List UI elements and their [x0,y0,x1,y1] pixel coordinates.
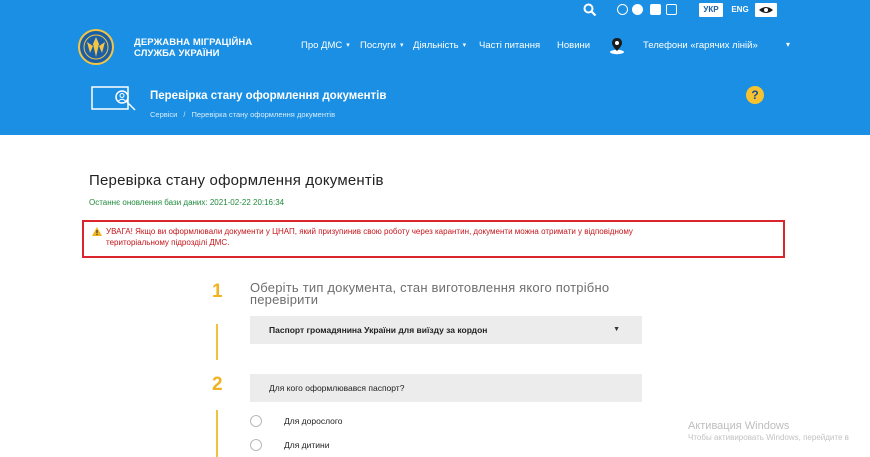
windows-activation-subtitle: Чтобы активировать Windows, перейдите в [688,433,849,442]
step-1-title: Оберіть тип документа, стан виготовлення… [250,280,610,307]
document-type-select[interactable]: Паспорт громадянина України для виїзду з… [250,316,642,344]
facebook-icon[interactable] [650,4,661,15]
radio-child[interactable] [250,439,262,451]
chevron-down-icon: ▾ [346,42,350,49]
alert-text-line-2: територіальному підрозділі ДМС. [106,238,230,247]
alert-text-line-1: УВАГА! Якщо ви оформлювали документи у Ц… [106,227,633,236]
rss-icon[interactable] [666,4,677,15]
last-update-text: Останнє оновлення бази даних: 2021-02-22… [89,198,285,207]
step-connector-line [216,324,218,360]
lang-eng-button[interactable]: ENG [729,3,751,17]
radio-adult[interactable] [250,415,262,427]
breadcrumb-separator: / [183,110,186,119]
eye-icon [759,7,773,13]
dms-logo[interactable] [75,28,117,66]
chevron-down-icon: ▼ [613,326,620,333]
breadcrumb-current: Перевірка стану оформлення документів [191,110,336,119]
chevron-down-icon: ▾ [462,42,467,49]
chevron-down-icon: ▾ [399,42,404,49]
step-2-number: 2 [212,374,223,395]
warning-icon [92,227,102,236]
document-check-icon [91,86,136,111]
nav-services-label: Послуги [360,40,396,51]
nav-news[interactable]: Новини [557,40,590,52]
nav-activity-label: Діяльність [413,40,459,51]
chevron-down-icon[interactable]: ▾ [786,40,790,49]
windows-activation-title: Активация Windows [688,420,790,432]
nav-services[interactable]: Послуги ▾ [360,40,403,52]
nav-faq-label: Часті питання [479,40,541,51]
site-header: УКР ENG ДЕРЖАВНА МІГРАЦІЙНА СЛУЖБА УКРАЇ… [0,0,870,135]
brand-line-2: СЛУЖБА УКРАЇНИ [134,48,220,59]
brand-name[interactable]: ДЕРЖАВНА МІГРАЦІЙНА СЛУЖБА УКРАЇНИ [134,37,252,59]
top-utility-bar: УКР ENG [0,3,870,19]
telegram-icon[interactable] [632,4,643,15]
radio-child-label[interactable]: Для дитини [284,440,329,450]
document-type-selected: Паспорт громадянина України для виїзду з… [269,325,488,335]
step-connector-line [216,410,218,457]
map-pin-icon[interactable] [608,37,626,55]
nav-about-label: Про ДМС [301,40,343,51]
nav-activity[interactable]: Діяльність ▾ [413,40,466,52]
lang-ukr-button[interactable]: УКР [699,3,723,17]
help-icon[interactable]: ? [746,86,764,104]
breadcrumb: Сервіси / Перевірка стану оформлення докум… [150,110,335,119]
viber-icon[interactable] [617,4,628,15]
nav-faq[interactable]: Часті питання [479,40,540,52]
nav-about[interactable]: Про ДМС ▾ [301,40,350,52]
accessibility-button[interactable] [755,3,777,17]
nav-hotlines-label: Телефони «гарячих ліній» [643,40,758,51]
search-icon[interactable] [583,3,597,17]
radio-adult-label[interactable]: Для дорослого [284,416,343,426]
nav-hotlines[interactable]: Телефони «гарячих ліній» [643,40,758,52]
brand-line-1: ДЕРЖАВНА МІГРАЦІЙНА [134,37,253,48]
breadcrumb-services-link[interactable]: Сервіси [150,110,177,119]
quarantine-alert: УВАГА! Якщо ви оформлювали документи у Ц… [82,220,785,258]
step-1-number: 1 [212,281,223,302]
nav-news-label: Новини [557,40,591,51]
page-title: Перевірка стану оформлення документів [89,172,384,189]
page-header-title: Перевірка стану оформлення документів [150,90,387,102]
passport-owner-question: Для кого оформлювався паспорт? [250,374,642,402]
